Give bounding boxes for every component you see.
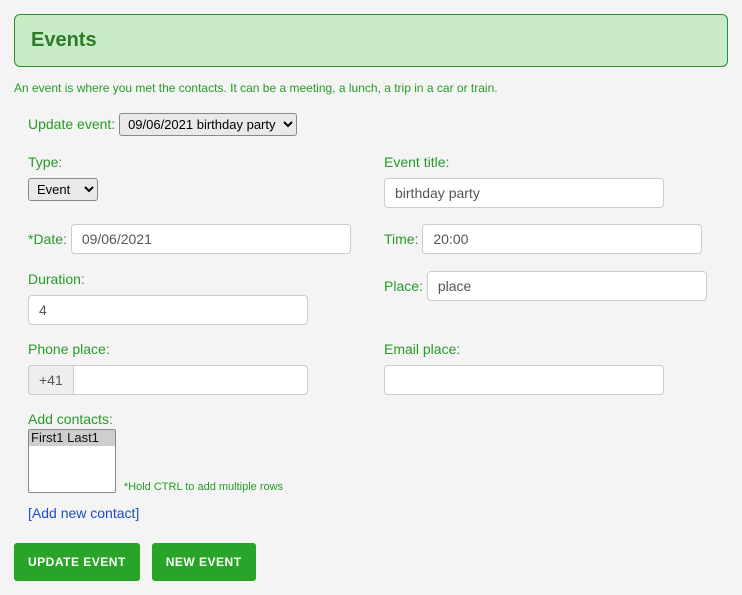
panel-title: Events (31, 29, 97, 51)
action-buttons: UPDATE EVENT NEW EVENT (14, 543, 728, 581)
new-event-button[interactable]: NEW EVENT (152, 543, 256, 581)
time-label: Time: (384, 231, 418, 247)
duration-input[interactable] (28, 295, 308, 325)
date-input[interactable] (71, 224, 351, 254)
add-contacts-select[interactable]: First1 Last1 (28, 429, 116, 493)
date-label: *Date: (28, 231, 67, 247)
email-place-input[interactable] (384, 365, 664, 395)
type-label: Type: (28, 154, 62, 170)
contacts-hint: *Hold CTRL to add multiple rows (124, 481, 283, 493)
update-event-button[interactable]: UPDATE EVENT (14, 543, 140, 581)
place-label: Place: (384, 278, 423, 294)
add-new-contact-link[interactable]: [Add new contact] (28, 505, 139, 521)
phone-place-input[interactable] (73, 365, 308, 395)
update-event-select[interactable]: 09/06/2021 birthday party (119, 113, 297, 136)
phone-prefix: +41 (28, 365, 73, 395)
update-event-row: Update event: 09/06/2021 birthday party (14, 113, 728, 140)
time-input[interactable] (422, 224, 702, 254)
event-title-label: Event title: (384, 154, 449, 170)
duration-label: Duration: (28, 271, 85, 287)
type-select[interactable]: Event (28, 178, 98, 201)
update-event-label: Update event: (28, 116, 115, 132)
add-contacts-label: Add contacts: (28, 411, 113, 427)
place-input[interactable] (427, 271, 707, 301)
email-place-label: Email place: (384, 341, 460, 357)
intro-text: An event is where you met the contacts. … (14, 81, 728, 95)
phone-place-label: Phone place: (28, 341, 110, 357)
phone-place-group: +41 (28, 365, 308, 395)
events-panel-header: Events (14, 14, 728, 67)
event-title-input[interactable] (384, 178, 664, 208)
